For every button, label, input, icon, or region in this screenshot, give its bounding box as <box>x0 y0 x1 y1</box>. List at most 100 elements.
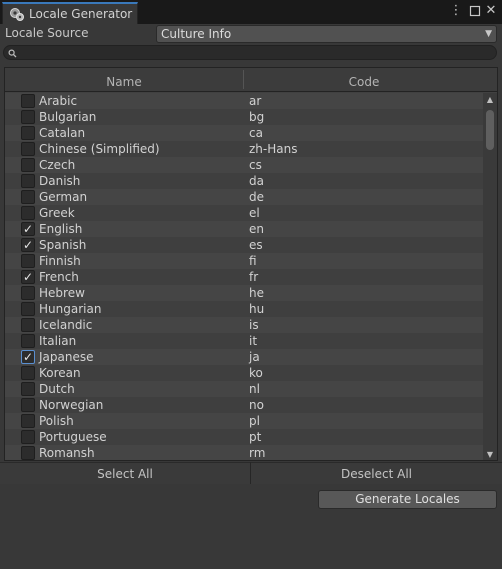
locale-name: Danish <box>39 174 81 188</box>
checkbox[interactable] <box>21 110 35 124</box>
table-row[interactable]: Hebrew he <box>5 285 485 301</box>
locale-code: it <box>249 334 258 348</box>
locale-name: Korean <box>39 366 81 380</box>
locale-code: da <box>249 174 264 188</box>
table-row[interactable]: Catalan ca <box>5 125 485 141</box>
locale-name: Greek <box>39 206 75 220</box>
locale-name: Catalan <box>39 126 86 140</box>
scroll-down-arrow-icon[interactable]: ▼ <box>485 450 495 460</box>
table-row[interactable]: Chinese (Simplified) zh-Hans <box>5 141 485 157</box>
locale-code: ar <box>249 94 262 108</box>
table-row[interactable]: ✓ Japanese ja <box>5 349 485 365</box>
checkbox[interactable] <box>21 206 35 220</box>
locale-name: Finnish <box>39 254 81 268</box>
checkbox[interactable] <box>21 318 35 332</box>
checkbox-checked[interactable]: ✓ <box>21 350 35 364</box>
locale-name: Hebrew <box>39 286 85 300</box>
locale-source-value: Culture Info <box>161 27 232 41</box>
table-row[interactable]: Finnish fi <box>5 253 485 269</box>
table-row[interactable]: ✓ Spanish es <box>5 237 485 253</box>
checkbox[interactable] <box>21 446 35 460</box>
locale-code: de <box>249 190 264 204</box>
locale-name: Czech <box>39 158 76 172</box>
table-row[interactable]: Portuguese pt <box>5 429 485 445</box>
table-row[interactable]: Greek el <box>5 205 485 221</box>
search-icon <box>8 47 17 58</box>
kebab-menu-icon[interactable]: ⋮ <box>449 3 463 19</box>
checkbox[interactable] <box>21 142 35 156</box>
checkbox-checked[interactable]: ✓ <box>21 270 35 284</box>
checkbox[interactable] <box>21 398 35 412</box>
table-row[interactable]: Dutch nl <box>5 381 485 397</box>
checkbox[interactable] <box>21 286 35 300</box>
dropdown-arrow-icon: ▼ <box>485 29 492 39</box>
locale-table: Name Code Arabic ar Bulgarian bg Catalan ca Ch… <box>4 67 498 461</box>
checkbox[interactable] <box>21 302 35 316</box>
locale-name: Hungarian <box>39 302 102 316</box>
table-row[interactable]: Arabic ar <box>5 93 485 109</box>
table-row[interactable]: German de <box>5 189 485 205</box>
column-header-code[interactable]: Code <box>244 68 484 92</box>
table-row[interactable]: ✓ English en <box>5 221 485 237</box>
checkbox[interactable] <box>21 126 35 140</box>
table-row[interactable]: Danish da <box>5 173 485 189</box>
locale-source-dropdown[interactable]: Culture Info ▼ <box>156 25 497 43</box>
locale-name: English <box>39 222 83 236</box>
checkbox[interactable] <box>21 254 35 268</box>
checkbox-checked[interactable]: ✓ <box>21 238 35 252</box>
locale-code: el <box>249 206 260 220</box>
table-row[interactable]: Polish pl <box>5 413 485 429</box>
table-row[interactable]: Romansh rm <box>5 445 485 460</box>
tab-locale-generator[interactable]: Locale Generator <box>2 2 138 24</box>
checkbox[interactable] <box>21 190 35 204</box>
column-header-name[interactable]: Name <box>5 68 243 92</box>
scroll-up-arrow-icon[interactable]: ▲ <box>485 95 495 105</box>
locale-code: zh-Hans <box>249 142 298 156</box>
select-all-button[interactable]: Select All <box>0 462 250 484</box>
checkbox[interactable] <box>21 94 35 108</box>
table-row[interactable]: Italian it <box>5 333 485 349</box>
checkbox-checked[interactable]: ✓ <box>21 222 35 236</box>
locale-name: German <box>39 190 88 204</box>
scroll-thumb[interactable] <box>486 110 494 150</box>
locale-code: fi <box>249 254 257 268</box>
checkbox[interactable] <box>21 174 35 188</box>
checkbox[interactable] <box>21 158 35 172</box>
search-field[interactable] <box>3 45 497 60</box>
table-row[interactable]: Hungarian hu <box>5 301 485 317</box>
locale-code: pt <box>249 430 262 444</box>
table-row[interactable]: Bulgarian bg <box>5 109 485 125</box>
locale-name: Romansh <box>39 446 95 460</box>
deselect-all-button[interactable]: Deselect All <box>251 462 502 484</box>
locale-name: Spanish <box>39 238 87 252</box>
checkbox[interactable] <box>21 430 35 444</box>
checkmark-icon: ✓ <box>22 350 34 364</box>
vertical-scrollbar[interactable]: ▲ ▼ <box>483 93 497 460</box>
generate-locales-button[interactable]: Generate Locales <box>318 490 497 509</box>
checkmark-icon: ✓ <box>22 238 34 252</box>
window-title: Locale Generator <box>29 7 133 21</box>
close-icon[interactable]: ✕ <box>484 3 498 19</box>
checkmark-icon: ✓ <box>22 222 34 236</box>
checkbox[interactable] <box>21 382 35 396</box>
table-row[interactable]: Icelandic is <box>5 317 485 333</box>
locale-name: Chinese (Simplified) <box>39 142 160 156</box>
locale-name: Dutch <box>39 382 75 396</box>
table-body: Arabic ar Bulgarian bg Catalan ca Chinese (Sim… <box>5 93 485 460</box>
checkbox[interactable] <box>21 334 35 348</box>
checkbox[interactable] <box>21 414 35 428</box>
table-header: Name Code <box>5 68 497 92</box>
table-row[interactable]: Korean ko <box>5 365 485 381</box>
locale-generator-icon <box>9 6 25 22</box>
table-row[interactable]: Czech cs <box>5 157 485 173</box>
locale-code: is <box>249 318 259 332</box>
locale-source-row: Locale Source Culture Info ▼ <box>0 24 502 44</box>
checkbox[interactable] <box>21 366 35 380</box>
locale-name: Bulgarian <box>39 110 97 124</box>
table-row[interactable]: ✓ French fr <box>5 269 485 285</box>
locale-code: bg <box>249 110 265 124</box>
table-row[interactable]: Norwegian no <box>5 397 485 413</box>
maximize-icon[interactable] <box>468 3 482 19</box>
locale-code: fr <box>249 270 259 284</box>
locale-code: en <box>249 222 264 236</box>
